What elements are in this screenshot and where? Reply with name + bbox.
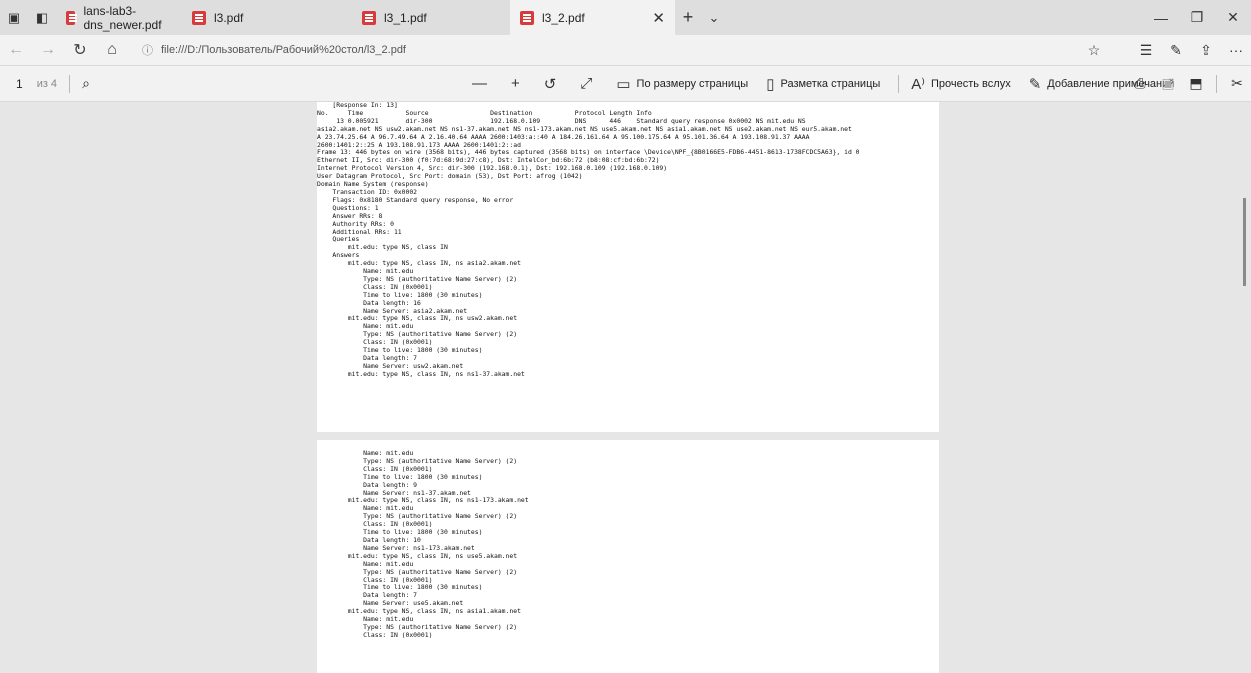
tab-label: l3_1.pdf bbox=[384, 10, 427, 25]
close-window-icon[interactable]: ✕ bbox=[1215, 0, 1251, 35]
print-icon[interactable]: ⎙ bbox=[1126, 75, 1154, 92]
tab-preview-icon[interactable]: ▣ bbox=[0, 0, 28, 35]
read-aloud-label: Прочесть вслух bbox=[930, 77, 1011, 90]
home-icon[interactable]: ⌂ bbox=[96, 41, 128, 59]
page-number-input[interactable]: 1 bbox=[16, 77, 23, 91]
expand-icon: ⤢ bbox=[580, 75, 593, 92]
pin-toolbar-icon[interactable]: ✂ bbox=[1223, 75, 1251, 92]
vertical-scrollbar[interactable] bbox=[1237, 102, 1251, 673]
page-layout-button[interactable]: ▯ Разметка страницы bbox=[766, 75, 880, 93]
tab-l3-1[interactable]: l3_1.pdf bbox=[352, 0, 510, 35]
new-tab-icon[interactable]: + bbox=[675, 0, 701, 35]
divider bbox=[898, 74, 900, 93]
info-icon[interactable]: ⓘ bbox=[142, 42, 153, 58]
pdf-page-2: Name: mit.edu Type: NS (authoritative Na… bbox=[317, 440, 939, 673]
fit-page-icon: ▭ bbox=[616, 75, 631, 93]
zoom-out-button[interactable]: — bbox=[472, 75, 493, 92]
plus-icon: + bbox=[511, 75, 520, 92]
pen-icon: ✎ bbox=[1028, 75, 1042, 93]
page-count: из 4 bbox=[36, 77, 58, 90]
minimize-icon[interactable]: — bbox=[1143, 0, 1179, 35]
pdf-icon bbox=[66, 10, 78, 25]
favorites-list-icon[interactable]: ☰ bbox=[1131, 42, 1161, 59]
read-aloud-icon: A⁾ bbox=[911, 75, 925, 93]
scrollbar-thumb[interactable] bbox=[1243, 198, 1246, 286]
share-icon[interactable]: ⇪ bbox=[1191, 42, 1221, 59]
save-icon[interactable]: ▣ bbox=[1154, 75, 1182, 92]
page-text: [Response In: 13] No. Time Source Destin… bbox=[317, 102, 860, 378]
page-text: Name: mit.edu Type: NS (authoritative Na… bbox=[347, 449, 529, 639]
fit-page-label: По размеру страницы bbox=[636, 77, 749, 90]
tab-l3-2[interactable]: l3_2.pdf ✕ bbox=[510, 0, 675, 35]
read-aloud-button[interactable]: A⁾ Прочесть вслух bbox=[911, 75, 1010, 93]
search-icon[interactable]: ⌕ bbox=[82, 75, 90, 92]
url-field[interactable]: ⓘ file:///D:/Пользователь/Рабочий%20стол… bbox=[142, 42, 1079, 58]
pen-icon[interactable]: ✎ bbox=[1161, 42, 1191, 59]
save-as-icon[interactable]: ⬒ bbox=[1182, 75, 1210, 92]
more-icon[interactable]: ··· bbox=[1221, 42, 1251, 59]
fullscreen-button[interactable]: ⤢ bbox=[580, 75, 598, 92]
tab-list-chevron-icon[interactable]: ⌄ bbox=[701, 0, 727, 35]
pdf-toolbar: 1 из 4 ⌕ — + ↺ ⤢ ▭ По размеру страницы ▯… bbox=[0, 66, 1251, 102]
pdf-icon bbox=[520, 10, 534, 25]
set-aside-tabs-icon[interactable]: ◧ bbox=[28, 0, 56, 35]
minus-icon: — bbox=[472, 75, 487, 92]
rotate-button[interactable]: ↺ bbox=[544, 75, 563, 93]
page-layout-label: Разметка страницы bbox=[780, 77, 881, 90]
rotate-icon: ↺ bbox=[543, 75, 557, 93]
restore-icon[interactable]: ❐ bbox=[1179, 0, 1215, 35]
pdf-icon bbox=[192, 10, 206, 25]
back-icon[interactable]: ← bbox=[0, 41, 32, 59]
tab-label: lans-lab3-dns_newer.pdf bbox=[83, 3, 162, 32]
page-layout-icon: ▯ bbox=[766, 75, 775, 93]
zoom-in-button[interactable]: + bbox=[511, 75, 526, 92]
url-text: file:///D:/Пользователь/Рабочий%20стол/l… bbox=[161, 44, 406, 56]
tab-l3[interactable]: l3.pdf bbox=[182, 0, 352, 35]
tab-label: l3_2.pdf bbox=[542, 10, 585, 25]
pdf-page-1: [Response In: 13] No. Time Source Destin… bbox=[317, 102, 939, 432]
forward-icon[interactable]: → bbox=[32, 41, 64, 59]
tab-label: l3.pdf bbox=[214, 10, 244, 25]
tab-lans-lab3[interactable]: lans-lab3-dns_newer.pdf bbox=[56, 0, 182, 35]
pdf-viewer[interactable]: [Response In: 13] No. Time Source Destin… bbox=[0, 102, 1251, 673]
address-bar: ← → ↻ ⌂ ⓘ file:///D:/Пользователь/Рабочи… bbox=[0, 35, 1251, 66]
divider bbox=[1216, 74, 1217, 93]
divider bbox=[69, 74, 71, 93]
tab-bar: ▣ ◧ lans-lab3-dns_newer.pdf l3.pdf l3_1.… bbox=[0, 0, 1251, 35]
fit-page-button[interactable]: ▭ По размеру страницы bbox=[616, 75, 748, 93]
pdf-icon bbox=[362, 10, 376, 25]
favorite-star-icon[interactable]: ☆ bbox=[1079, 42, 1109, 59]
refresh-icon[interactable]: ↻ bbox=[64, 40, 96, 60]
close-tab-icon[interactable]: ✕ bbox=[642, 9, 665, 27]
